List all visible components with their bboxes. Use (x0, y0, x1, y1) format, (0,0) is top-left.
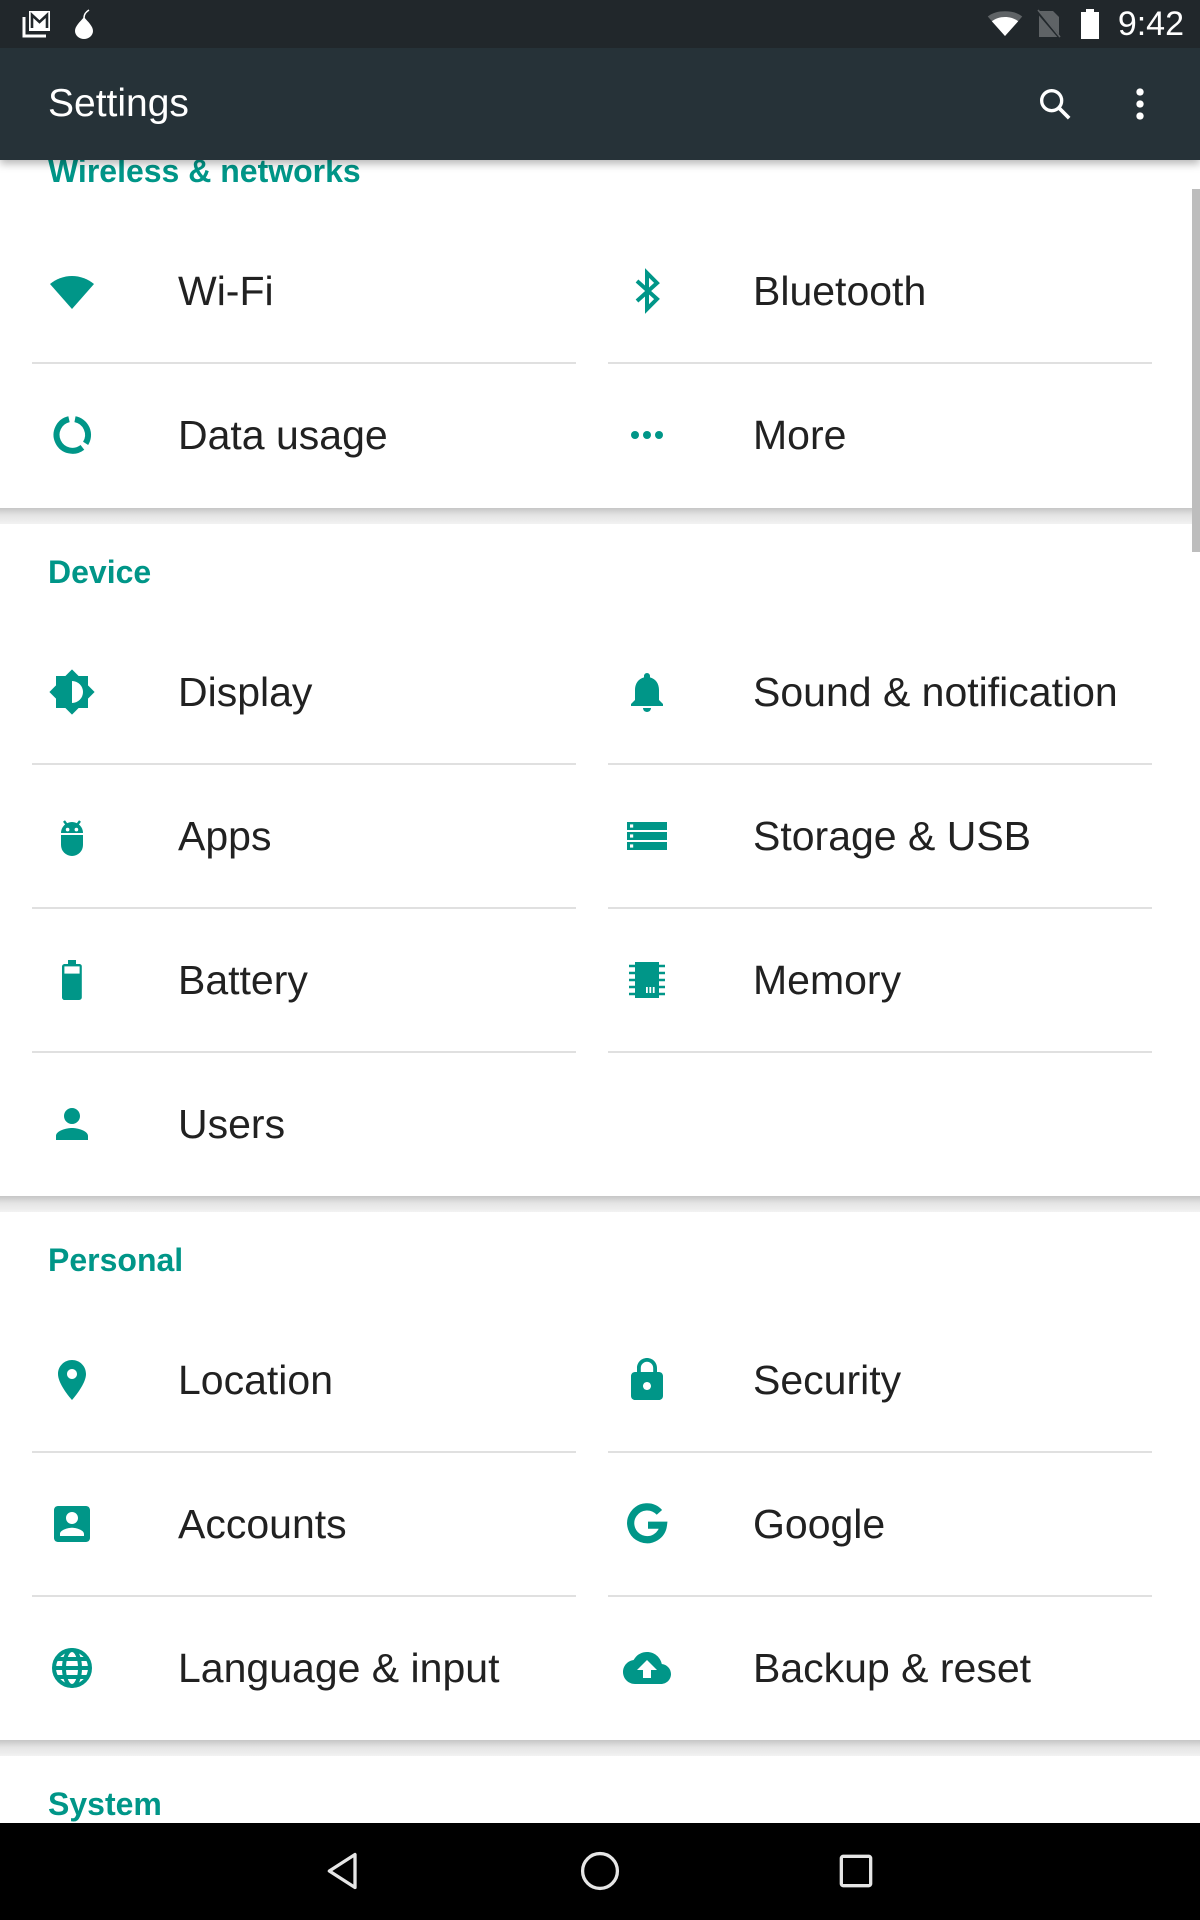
settings-item-label: Memory (753, 957, 902, 1003)
settings-item-label: Battery (178, 957, 308, 1003)
settings-item-more[interactable]: More (623, 363, 1152, 507)
account-box-icon (48, 1500, 96, 1548)
settings-item-label: Users (178, 1101, 286, 1147)
navigation-bar (0, 1823, 1200, 1920)
bluetooth-icon (623, 267, 671, 315)
status-time: 9:42 (1117, 5, 1184, 43)
app-toolbar: Settings (0, 48, 1200, 160)
person-icon (48, 1100, 96, 1148)
search-icon (1040, 89, 1071, 120)
section-header-personal: Personal (48, 1242, 184, 1278)
scrollbar-thumb[interactable] (1192, 189, 1200, 552)
back-triangle-icon (327, 1852, 357, 1890)
google-g-icon (623, 1500, 671, 1548)
more-horiz-icon (623, 411, 671, 459)
settings-item-sound-notification[interactable]: Sound & notification (623, 620, 1152, 764)
wifi-signal-icon (986, 0, 1024, 48)
settings-item-users[interactable]: Users (48, 1052, 576, 1196)
section-gap (0, 508, 1200, 524)
settings-item-battery[interactable]: Battery (48, 908, 576, 1052)
overflow-menu-button[interactable] (1112, 76, 1168, 132)
settings-item-label: Apps (178, 813, 272, 859)
settings-item-security[interactable]: Security (623, 1308, 1152, 1452)
gmail-notification-icon (20, 0, 54, 48)
settings-item-label: Data usage (178, 412, 388, 458)
battery-full-icon (1080, 0, 1100, 48)
section-card-device: Device Display Sound & notification Apps… (0, 524, 1200, 1196)
settings-item-label: Bluetooth (753, 268, 927, 314)
settings-dashboard: Wireless & networks Wi-Fi Bluetooth Data… (0, 0, 1200, 1920)
no-sim-icon (1036, 0, 1062, 48)
settings-item-label: Storage & USB (753, 813, 1032, 859)
settings-item-apps[interactable]: Apps (48, 764, 576, 908)
settings-item-label: More (753, 412, 847, 458)
recents-square-icon (839, 1854, 873, 1888)
location-pin-icon (48, 1356, 96, 1404)
recents-button[interactable] (796, 1831, 916, 1911)
section-gap (0, 1196, 1200, 1212)
settings-item-memory[interactable]: Memory (623, 908, 1152, 1052)
settings-item-label: Display (178, 669, 313, 715)
search-button[interactable] (1027, 76, 1083, 132)
settings-item-label: Accounts (178, 1501, 347, 1547)
settings-item-accounts[interactable]: Accounts (48, 1452, 576, 1596)
memory-chip-icon (623, 956, 671, 1004)
settings-item-label: Security (753, 1357, 902, 1403)
settings-item-language-input[interactable]: Language & input (48, 1596, 576, 1740)
page-title: Settings (48, 82, 189, 125)
cloud-upload-icon (623, 1644, 671, 1692)
battery-icon (48, 956, 96, 1004)
settings-item-label: Language & input (178, 1645, 500, 1691)
section-card-wireless: Wireless & networks Wi-Fi Bluetooth Data… (0, 123, 1200, 508)
settings-item-label: Backup & reset (753, 1645, 1032, 1691)
section-header-device: Device (48, 554, 152, 590)
settings-item-label: Location (178, 1357, 334, 1403)
status-bar: 9:42 (0, 0, 1200, 48)
home-circle-icon (580, 1851, 620, 1891)
settings-item-label: Wi-Fi (178, 268, 274, 314)
wifi-icon (48, 267, 96, 315)
storage-icon (623, 812, 671, 860)
settings-item-wifi[interactable]: Wi-Fi (48, 219, 576, 363)
lock-icon (623, 1356, 671, 1404)
settings-item-location[interactable]: Location (48, 1308, 576, 1452)
globe-icon (48, 1644, 96, 1692)
settings-item-bluetooth[interactable]: Bluetooth (623, 219, 1152, 363)
tor-onion-notification-icon (70, 0, 98, 48)
brightness-icon (48, 668, 96, 716)
settings-item-google[interactable]: Google (623, 1452, 1152, 1596)
settings-item-storage-usb[interactable]: Storage & USB (623, 764, 1152, 908)
settings-item-display[interactable]: Display (48, 620, 576, 764)
bell-icon (623, 668, 671, 716)
overflow-menu-icon (1136, 88, 1144, 120)
settings-item-label: Google (753, 1501, 886, 1547)
section-card-personal: Personal Location Security Accounts Goog… (0, 1212, 1200, 1740)
settings-item-data-usage[interactable]: Data usage (48, 363, 576, 507)
back-button[interactable] (284, 1831, 404, 1911)
android-icon (48, 812, 96, 860)
settings-item-backup-reset[interactable]: Backup & reset (623, 1596, 1152, 1740)
section-gap (0, 1740, 1200, 1756)
data-usage-icon (48, 411, 96, 459)
settings-item-label: Sound & notification (753, 669, 1118, 715)
home-button[interactable] (540, 1831, 660, 1911)
divider (608, 1051, 1152, 1053)
